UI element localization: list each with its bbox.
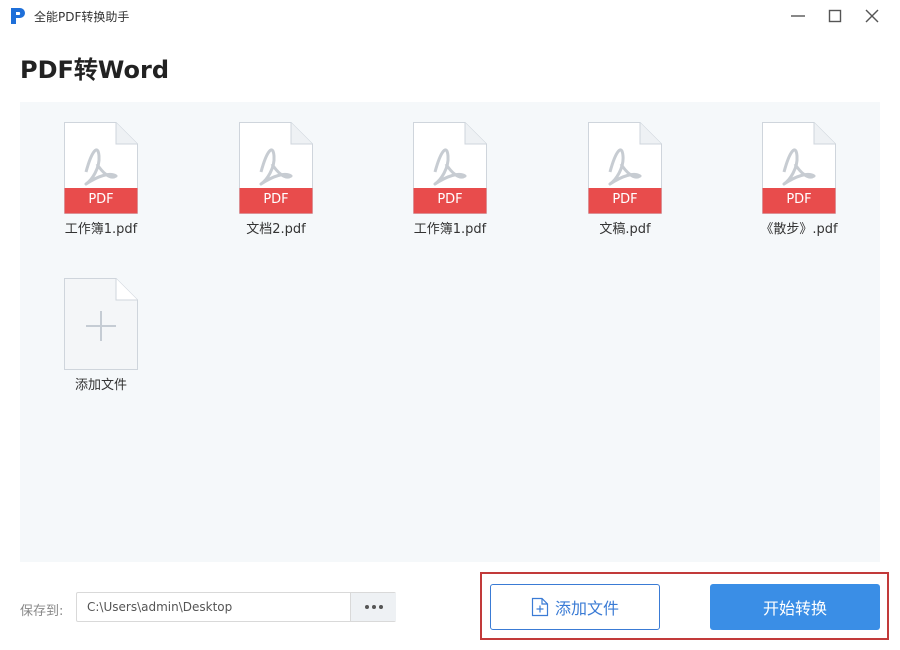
file-item[interactable]: PDF 文档2.pdf bbox=[216, 122, 336, 262]
add-file-button-label: 添加文件 bbox=[554, 599, 619, 618]
app-logo-icon bbox=[11, 8, 25, 24]
add-file-tile-label: 添加文件 bbox=[74, 378, 127, 393]
more-dots-icon bbox=[364, 605, 369, 609]
pdf-badge: PDF bbox=[88, 192, 114, 207]
save-path-value: C:\Users\admin\Desktop bbox=[87, 600, 233, 614]
file-item[interactable]: PDF 工作簿1.pdf bbox=[41, 122, 161, 262]
minimize-icon[interactable] bbox=[786, 4, 810, 28]
file-item[interactable]: PDF 文稿.pdf bbox=[565, 122, 685, 262]
file-list-area: PDF 工作簿1.pdf PDF 文档2.pdf PDF 工作簿1.pdf PD… bbox=[20, 102, 880, 562]
start-convert-button[interactable]: 开始转换 bbox=[710, 584, 880, 630]
file-name: 文档2.pdf bbox=[246, 222, 306, 237]
file-name: 工作簿1.pdf bbox=[413, 222, 487, 237]
pdf-badge: PDF bbox=[437, 192, 463, 207]
pdf-badge: PDF bbox=[786, 192, 812, 207]
file-name: 工作簿1.pdf bbox=[64, 222, 138, 237]
close-icon[interactable] bbox=[860, 4, 884, 28]
pdf-badge: PDF bbox=[263, 192, 289, 207]
file-name: 《散步》.pdf bbox=[760, 222, 838, 237]
add-file-tile[interactable]: 添加文件 bbox=[41, 278, 161, 418]
plus-icon bbox=[64, 278, 138, 370]
save-path-field[interactable]: C:\Users\admin\Desktop bbox=[76, 592, 396, 622]
maximize-icon[interactable] bbox=[823, 4, 847, 28]
browse-button[interactable] bbox=[350, 593, 396, 621]
window-title: 全能PDF转换助手 bbox=[34, 10, 130, 24]
add-file-icon bbox=[531, 597, 549, 617]
title-bar: 全能PDF转换助手 bbox=[0, 0, 900, 32]
pdf-badge: PDF bbox=[612, 192, 638, 207]
file-name: 文稿.pdf bbox=[599, 222, 651, 237]
file-item[interactable]: PDF 工作簿1.pdf bbox=[390, 122, 510, 262]
start-convert-label: 开始转换 bbox=[762, 599, 827, 618]
page-title: PDF转Word bbox=[20, 56, 170, 84]
save-to-label: 保存到: bbox=[20, 604, 64, 619]
file-item[interactable]: PDF 《散步》.pdf bbox=[739, 122, 859, 262]
add-file-button[interactable]: 添加文件 bbox=[490, 584, 660, 630]
